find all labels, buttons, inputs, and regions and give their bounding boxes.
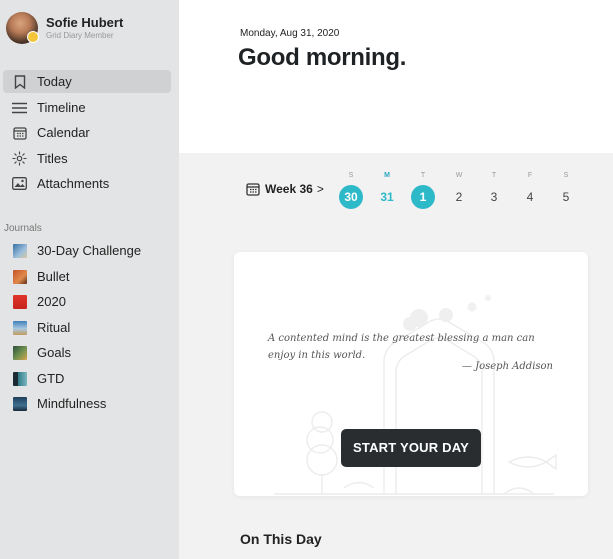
journal-label: GTD [37,371,65,386]
journal-cover-icon [13,294,27,309]
sidebar-item-label: Calendar [37,125,90,140]
journal-label: Bullet [37,269,70,284]
journal-label: 30-Day Challenge [37,243,142,258]
day-letter: T [491,172,497,179]
day-fri[interactable]: F 4 [517,171,543,209]
quote-card: A contented mind is the greatest blessin… [234,252,588,496]
day-letter: F [527,172,533,179]
sidebar-item-attachments[interactable]: Attachments [3,172,171,195]
bookmark-icon [12,74,27,89]
current-date: Monday, Aug 31, 2020 [240,28,340,39]
sidebar-item-timeline[interactable]: Timeline [3,96,171,119]
journal-label: Mindfulness [37,396,107,411]
journal-label: 2020 [37,294,66,309]
page-title: Good morning. [238,44,407,71]
sidebar-item-label: Timeline [37,100,86,115]
start-your-day-button[interactable]: START YOUR DAY [341,429,481,467]
journal-cover-icon [13,243,27,258]
journal-item-mindfulness[interactable]: Mindfulness [3,392,171,415]
day-thu[interactable]: T 3 [481,171,507,209]
day-number: 3 [490,190,498,204]
day-number: 4 [526,190,534,204]
sidebar-item-titles[interactable]: Titles [3,147,171,170]
journal-item-ritual[interactable]: Ritual [3,316,171,339]
journal-cover-icon [13,396,27,411]
journal-item-30-day-challenge[interactable]: 30-Day Challenge [3,239,171,262]
journal-item-gtd[interactable]: GTD [3,367,171,390]
sidebar-item-calendar[interactable]: Calendar [3,121,171,144]
image-icon [12,176,27,191]
journal-label: Goals [37,345,71,360]
sidebar: Sofie Hubert Grid Diary Member Today Tim… [0,0,179,559]
profile-role: Grid Diary Member [46,31,114,40]
day-sat[interactable]: S 5 [553,171,579,209]
list-icon [12,100,27,115]
week-selector[interactable]: Week 36 > [246,182,324,196]
journals-heading: Journals [4,223,42,234]
member-badge-icon [27,31,39,43]
on-this-day-heading: On This Day [240,531,322,547]
sidebar-item-label: Today [37,74,72,89]
chevron-right-icon[interactable]: > [317,182,324,196]
sidebar-item-label: Attachments [37,176,110,191]
day-number: 31 [380,190,394,204]
daily-quote: A contented mind is the greatest blessin… [268,333,535,361]
journal-cover-icon [13,320,27,335]
calendar-icon [12,125,27,140]
sidebar-item-today[interactable]: Today [3,70,171,93]
day-letter: M [384,172,390,179]
day-number: 30 [339,185,363,209]
journal-cover-icon [13,345,27,360]
journal-item-2020[interactable]: 2020 [3,290,171,313]
journal-cover-icon [13,269,27,284]
day-letter: W [455,172,463,179]
day-number: 5 [562,190,570,204]
journal-item-goals[interactable]: Goals [3,341,171,364]
journal-item-bullet[interactable]: Bullet [3,265,171,288]
journal-cover-icon [13,371,27,386]
sparkle-icon [12,151,27,166]
day-sun[interactable]: S 30 [338,171,364,209]
day-number: 2 [455,190,463,204]
profile[interactable]: Sofie Hubert Grid Diary Member [6,12,176,46]
week-label: Week 36 [265,182,313,196]
journal-label: Ritual [37,320,71,335]
day-letter: S [563,172,569,179]
sidebar-item-label: Titles [37,151,68,166]
day-tue[interactable]: T 1 [410,171,436,209]
quote-author: — Joseph Addison [461,361,553,372]
calendar-icon [246,182,260,196]
day-letter: S [348,172,354,179]
day-number: 1 [411,185,435,209]
day-wed[interactable]: W 2 [446,171,472,209]
profile-name: Sofie Hubert [46,15,124,30]
day-letter: T [420,172,426,179]
day-mon[interactable]: M 31 [374,171,400,209]
